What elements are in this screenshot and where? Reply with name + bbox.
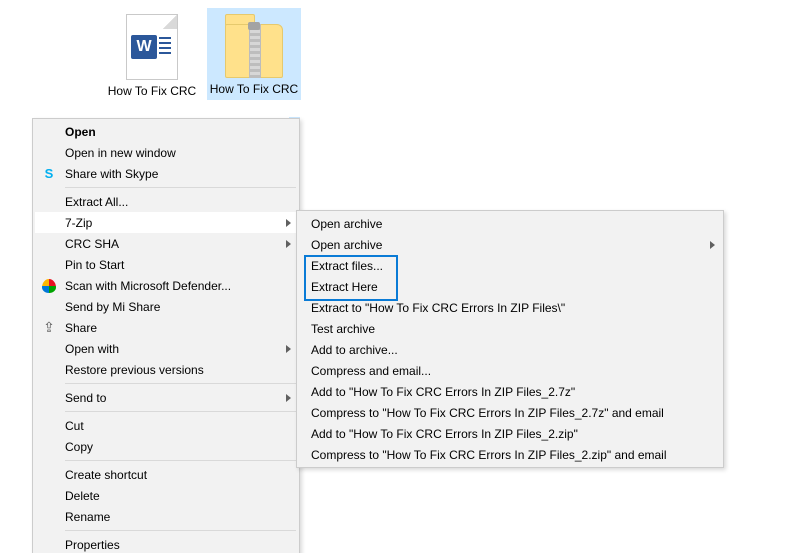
menu-send-to[interactable]: Send to bbox=[35, 387, 297, 408]
separator bbox=[65, 411, 296, 412]
file-zip[interactable]: How To Fix CRC bbox=[207, 8, 301, 100]
sub-extract-here[interactable]: Extract Here bbox=[299, 276, 721, 297]
menu-pin-start[interactable]: Pin to Start bbox=[35, 254, 297, 275]
context-menu: Open Open in new window S Share with Sky… bbox=[32, 118, 300, 553]
menu-open[interactable]: Open bbox=[35, 121, 297, 142]
file-docx-label: How To Fix CRC bbox=[105, 84, 199, 102]
separator bbox=[65, 460, 296, 461]
menu-restore-previous[interactable]: Restore previous versions bbox=[35, 359, 297, 380]
defender-shield-icon bbox=[41, 278, 57, 294]
chevron-right-icon bbox=[286, 345, 291, 353]
sub-compress-7z-email[interactable]: Compress to "How To Fix CRC Errors In ZI… bbox=[299, 402, 721, 423]
file-zip-label: How To Fix CRC bbox=[207, 82, 301, 100]
menu-extract-all[interactable]: Extract All... bbox=[35, 191, 297, 212]
skype-icon: S bbox=[41, 166, 57, 182]
menu-open-with[interactable]: Open with bbox=[35, 338, 297, 359]
sub-test-archive[interactable]: Test archive bbox=[299, 318, 721, 339]
chevron-right-icon bbox=[286, 240, 291, 248]
sub-add-archive[interactable]: Add to archive... bbox=[299, 339, 721, 360]
menu-cut[interactable]: Cut bbox=[35, 415, 297, 436]
separator bbox=[65, 187, 296, 188]
chevron-right-icon bbox=[710, 241, 715, 249]
share-icon: ⇪ bbox=[41, 320, 57, 336]
separator bbox=[65, 530, 296, 531]
menu-create-shortcut[interactable]: Create shortcut bbox=[35, 464, 297, 485]
menu-properties[interactable]: Properties bbox=[35, 534, 297, 553]
chevron-right-icon bbox=[286, 394, 291, 402]
menu-mi-share[interactable]: Send by Mi Share bbox=[35, 296, 297, 317]
file-docx[interactable]: W How To Fix CRC bbox=[105, 8, 199, 102]
menu-defender[interactable]: Scan with Microsoft Defender... bbox=[35, 275, 297, 296]
menu-share-skype[interactable]: S Share with Skype bbox=[35, 163, 297, 184]
menu-rename[interactable]: Rename bbox=[35, 506, 297, 527]
sub-add-zip[interactable]: Add to "How To Fix CRC Errors In ZIP Fil… bbox=[299, 423, 721, 444]
sub-compress-zip-email[interactable]: Compress to "How To Fix CRC Errors In ZI… bbox=[299, 444, 721, 465]
menu-copy[interactable]: Copy bbox=[35, 436, 297, 457]
word-w-glyph: W bbox=[131, 35, 157, 59]
menu-crc-sha[interactable]: CRC SHA bbox=[35, 233, 297, 254]
sub-open-archive-1[interactable]: Open archive bbox=[299, 213, 721, 234]
chevron-right-icon bbox=[286, 219, 291, 227]
menu-delete[interactable]: Delete bbox=[35, 485, 297, 506]
sub-add-7z[interactable]: Add to "How To Fix CRC Errors In ZIP Fil… bbox=[299, 381, 721, 402]
menu-share[interactable]: ⇪ Share bbox=[35, 317, 297, 338]
word-document-icon: W bbox=[126, 14, 178, 80]
sub-extract-to[interactable]: Extract to "How To Fix CRC Errors In ZIP… bbox=[299, 297, 721, 318]
separator bbox=[65, 383, 296, 384]
sub-open-archive-2[interactable]: Open archive bbox=[299, 234, 721, 255]
zip-folder-icon bbox=[225, 14, 283, 78]
sub-compress-email[interactable]: Compress and email... bbox=[299, 360, 721, 381]
menu-open-new-window[interactable]: Open in new window bbox=[35, 142, 297, 163]
menu-7zip[interactable]: 7-Zip bbox=[35, 212, 297, 233]
sub-extract-files[interactable]: Extract files... bbox=[299, 255, 721, 276]
word-lines-decoration bbox=[159, 37, 171, 57]
submenu-7zip: Open archive Open archive Extract files.… bbox=[296, 210, 724, 468]
